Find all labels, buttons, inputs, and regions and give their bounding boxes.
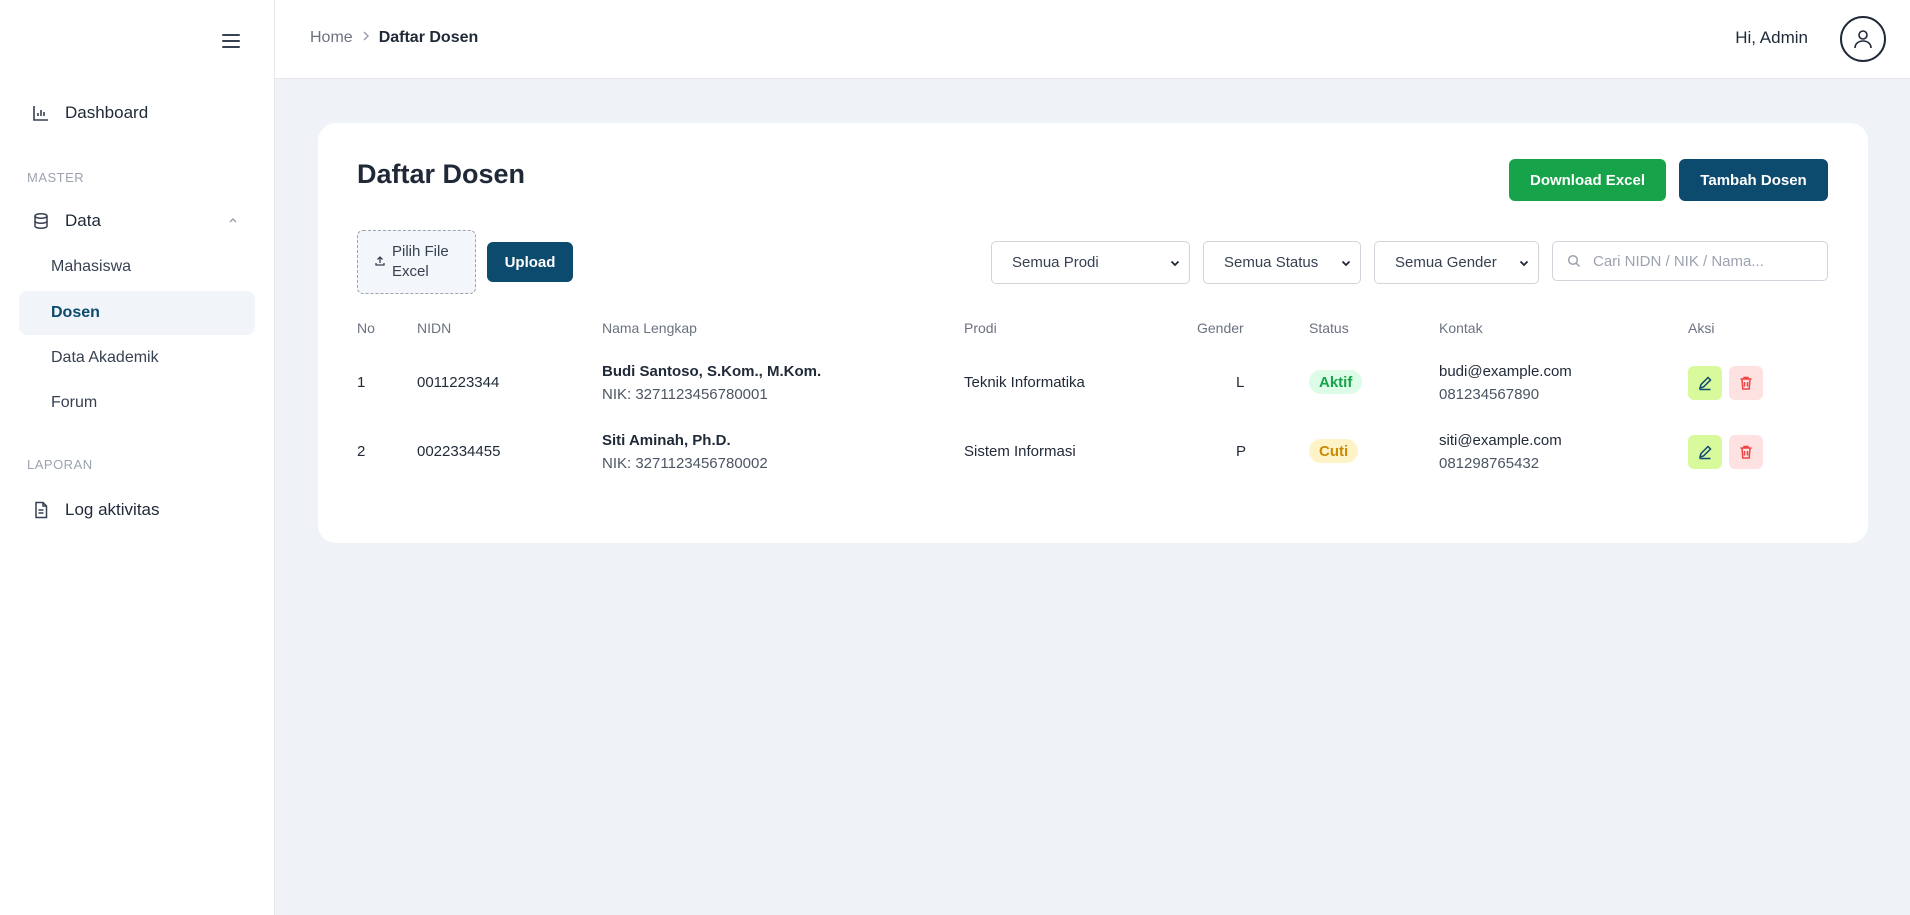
search-box[interactable] [1552, 241, 1828, 281]
column-header-no: No [357, 320, 375, 336]
file-picker-line2: Excel [392, 263, 429, 280]
sidebar-item-forum[interactable]: Forum [19, 381, 255, 425]
sidebar-item-label: Dashboard [65, 103, 149, 122]
column-header-kontak: Kontak [1439, 320, 1483, 336]
cell-name: Siti Aminah, Ph.D. [602, 432, 731, 449]
pencil-icon [1698, 376, 1712, 391]
status-filter-select[interactable]: Semua Status [1203, 241, 1361, 284]
delete-button[interactable] [1729, 435, 1763, 469]
column-header-aksi: Aksi [1688, 320, 1715, 336]
file-picker-label: Pilih File Excel [392, 242, 449, 282]
upload-button[interactable]: Upload [487, 242, 573, 282]
column-header-status: Status [1309, 320, 1349, 336]
cell-nidn: 0011223344 [417, 374, 500, 391]
trash-icon [1740, 376, 1752, 390]
dosen-card: Daftar Dosen Download Excel Tambah Dosen… [318, 123, 1868, 543]
chevron-down-icon [1341, 260, 1351, 266]
sidebar-item-data-akademik[interactable]: Data Akademik [19, 336, 255, 380]
cell-no: 1 [357, 374, 366, 391]
sidebar-item-label: Data [65, 211, 101, 230]
cell-prodi: Teknik Informatika [964, 374, 1085, 391]
column-header-prodi: Prodi [964, 320, 997, 336]
chevron-up-icon [227, 211, 239, 231]
top-bar: Home Daftar Dosen Hi, Admin [275, 0, 1910, 79]
cell-prodi: Sistem Informasi [964, 443, 1076, 460]
file-picker[interactable]: Pilih File Excel [357, 230, 476, 294]
sidebar-item-dashboard[interactable]: Dashboard [19, 91, 255, 135]
sidebar-item-mahasiswa[interactable]: Mahasiswa [19, 245, 255, 289]
edit-button[interactable] [1688, 435, 1722, 469]
download-excel-button[interactable]: Download Excel [1509, 159, 1666, 201]
cell-gender: P [1236, 443, 1247, 460]
cell-name: Budi Santoso, S.Kom., M.Kom. [602, 363, 822, 380]
sidebar-item-dosen[interactable]: Dosen [19, 291, 255, 335]
sidebar-item-label: Log aktivitas [65, 500, 160, 519]
upload-icon [374, 255, 386, 270]
sidebar: Dashboard MASTER Data Mahasiswa Dosen Da… [0, 0, 275, 915]
breadcrumb: Home Daftar Dosen [310, 29, 478, 47]
column-header-nidn: NIDN [417, 320, 452, 336]
cell-email: budi@example.com [1439, 363, 1572, 380]
column-header-nama: Nama Lengkap [602, 320, 697, 336]
user-greeting: Hi, Admin [1735, 28, 1808, 47]
gender-filter-select[interactable]: Semua Gender [1374, 241, 1539, 284]
chevron-right-icon [361, 29, 371, 47]
user-avatar-icon[interactable] [1840, 16, 1886, 62]
chevron-down-icon [1170, 260, 1180, 266]
cell-nidn: 0022334455 [417, 443, 501, 460]
edit-button[interactable] [1688, 366, 1722, 400]
select-value: Semua Status [1224, 254, 1319, 271]
cell-nik: NIK: 3271123456780001 [602, 386, 768, 403]
section-label-laporan: LAPORAN [27, 457, 93, 472]
chevron-down-icon [1519, 260, 1529, 266]
breadcrumb-home-link[interactable]: Home [310, 29, 353, 47]
breadcrumb-current: Daftar Dosen [378, 29, 479, 46]
cell-nik: NIK: 3271123456780002 [602, 455, 768, 472]
database-icon [31, 211, 51, 231]
cell-email: siti@example.com [1439, 432, 1562, 449]
document-icon [31, 500, 51, 520]
trash-icon [1740, 445, 1752, 459]
page-title: Daftar Dosen [357, 159, 526, 189]
select-value: Semua Prodi [1012, 254, 1099, 271]
cell-gender: L [1236, 374, 1245, 391]
pencil-icon [1698, 445, 1712, 460]
cell-no: 2 [357, 443, 366, 460]
delete-button[interactable] [1729, 366, 1763, 400]
cell-phone: 081234567890 [1439, 386, 1540, 403]
file-picker-line1: Pilih File [392, 243, 449, 260]
cell-phone: 081298765432 [1439, 455, 1540, 472]
column-header-gender: Gender [1197, 320, 1244, 336]
section-label-master: MASTER [27, 170, 85, 185]
sidebar-item-log-aktivitas[interactable]: Log aktivitas [19, 488, 255, 532]
status-badge: Aktif [1309, 370, 1363, 394]
search-icon [1567, 254, 1581, 268]
sidebar-group-data[interactable]: Data [19, 199, 255, 243]
menu-toggle-icon[interactable] [218, 28, 244, 54]
search-input[interactable] [1593, 252, 1813, 270]
add-dosen-button[interactable]: Tambah Dosen [1679, 159, 1828, 201]
prodi-filter-select[interactable]: Semua Prodi [991, 241, 1190, 284]
select-value: Semua Gender [1395, 254, 1497, 271]
bar-chart-icon [31, 103, 51, 123]
status-badge: Cuti [1309, 439, 1359, 463]
